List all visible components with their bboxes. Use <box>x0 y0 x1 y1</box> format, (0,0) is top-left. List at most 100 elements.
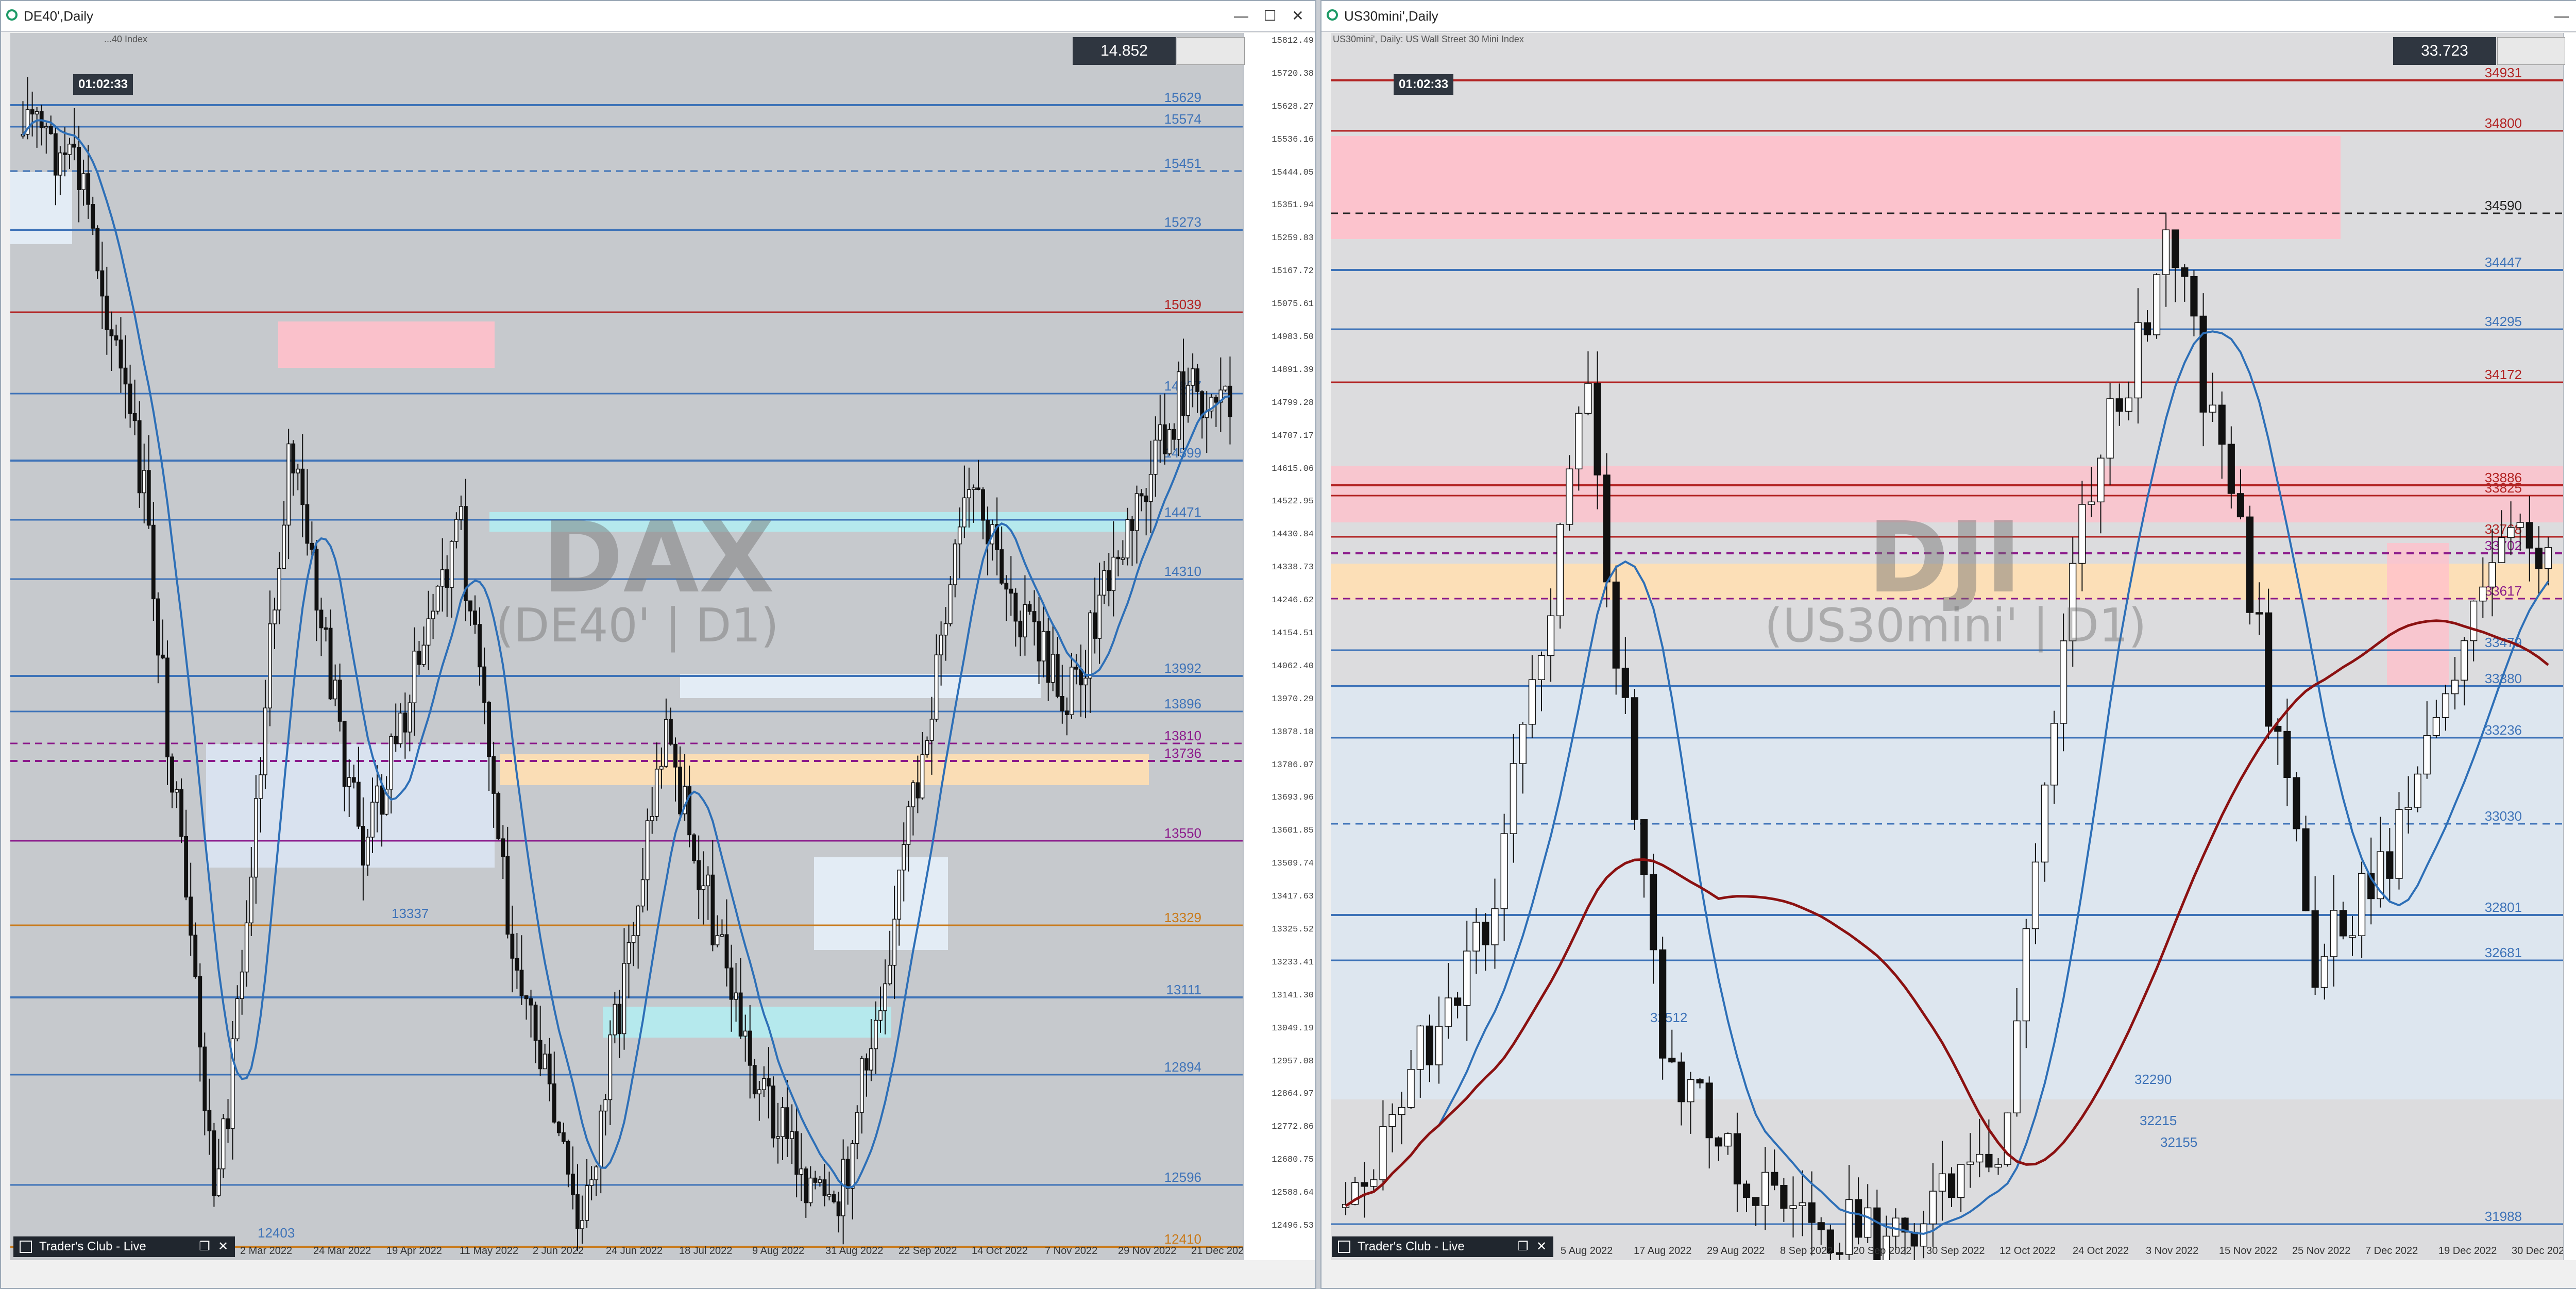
level-label-13896: 13896 <box>1164 696 1201 711</box>
candle-body <box>2265 612 2273 727</box>
candle-body <box>2041 785 2049 863</box>
candle-body <box>1186 385 1190 416</box>
candle-body <box>1910 1231 1918 1247</box>
dji-traders-club-panel[interactable]: Trader's Club - Live ❐ ✕ <box>1332 1236 1553 1257</box>
candle-body <box>1799 1202 1806 1206</box>
candle-body <box>790 1131 794 1139</box>
candle-body <box>515 958 519 971</box>
date-label: 30 Sep 2022 <box>1926 1245 1985 1257</box>
level-label-34295: 34295 <box>2485 314 2522 329</box>
candle-body <box>631 935 636 943</box>
candle-body <box>1153 439 1158 475</box>
maximize-button[interactable]: ☐ <box>1257 5 1283 27</box>
candle-body <box>282 524 286 569</box>
candle-body <box>1631 697 1638 820</box>
minimize-button[interactable]: — <box>2548 5 2575 27</box>
candle-body <box>2498 537 2505 563</box>
price-tick: 15628.27 <box>1272 101 1314 112</box>
candle-body <box>1491 908 1499 945</box>
candle-body <box>53 133 58 176</box>
candle-body <box>1426 1025 1433 1065</box>
dax-traders-club-panel[interactable]: Trader's Club - Live ❐ ✕ <box>13 1236 235 1257</box>
candle-body <box>771 1086 775 1139</box>
candle-body <box>1668 1058 1676 1063</box>
candle-body <box>2311 910 2319 988</box>
candle-body <box>2227 444 2235 494</box>
candle-body <box>58 152 62 176</box>
zone-0 <box>1331 136 2341 239</box>
dji-chart-window[interactable]: US30mini',Daily — ☐ ✕ 34931 34800 34590 344… <box>1320 0 2576 1289</box>
candle-body <box>622 963 626 1034</box>
candle-body <box>244 922 249 973</box>
candle-body <box>319 609 324 629</box>
candle-body <box>2143 322 2151 335</box>
price-tick: 13786.07 <box>1272 760 1314 770</box>
candle-body <box>235 998 240 1040</box>
minimize-button[interactable]: — <box>1228 5 1255 27</box>
candle-body <box>351 777 356 783</box>
candle-body <box>2339 910 2347 937</box>
candle-body <box>1060 696 1064 711</box>
candle-body <box>962 497 967 528</box>
dji-spread-controls[interactable] <box>2497 37 2565 65</box>
candle-body <box>734 992 738 1000</box>
dji-index-label: US30mini', Daily: US Wall Street 30 Mini… <box>1333 34 1524 44</box>
candle-body <box>286 443 291 526</box>
candle-body <box>2106 398 2114 459</box>
candle-body <box>589 1179 594 1186</box>
zone-4 <box>206 744 495 868</box>
candle-body <box>403 713 408 733</box>
candle-body <box>179 789 184 837</box>
club-close-button[interactable]: ✕ <box>1535 1240 1548 1254</box>
candle-body <box>2395 809 2403 879</box>
price-tick: 14891.39 <box>1272 365 1314 375</box>
close-button[interactable]: ✕ <box>1284 5 1311 27</box>
club-close-button[interactable]: ✕ <box>216 1240 230 1254</box>
date-label: 18 Jul 2022 <box>679 1245 732 1257</box>
dax-titlebar[interactable]: DE40',Daily — ☐ ✕ <box>1 1 1315 32</box>
price-tick: 14983.50 <box>1272 332 1314 342</box>
candle-body <box>1064 710 1069 715</box>
candle-body <box>478 624 482 668</box>
candle-body <box>95 228 100 272</box>
candle-body <box>571 1174 575 1195</box>
dax-price-axis[interactable]: 15812.49 15720.38 15628.27 15536.16 15444.05… <box>1243 33 1315 1260</box>
date-label: 3 Nov 2022 <box>2146 1245 2198 1257</box>
zone-3 <box>500 754 1149 785</box>
candle-body <box>2050 723 2058 786</box>
candle-body <box>776 1136 780 1139</box>
candle-body <box>1650 874 1657 951</box>
dax-spread-controls[interactable] <box>1177 37 1245 65</box>
level-label-31988: 31988 <box>2485 1209 2522 1224</box>
dji-price-axis[interactable]: 35050.5934965.6334880.6634795.7034710.73… <box>2563 33 2576 1260</box>
candle-body <box>617 1004 622 1034</box>
candle-body <box>2283 731 2291 778</box>
candle-body <box>2302 828 2310 911</box>
price-tick: 15812.49 <box>1272 36 1314 46</box>
level-label-12596: 12596 <box>1164 1169 1201 1185</box>
dax-chart-window[interactable]: DE40',Daily — ☐ ✕ 15629 15574 15451 15273 15… <box>0 0 1316 1289</box>
level-label-15574: 15574 <box>1164 111 1201 127</box>
club-restore-button[interactable]: ❐ <box>1516 1240 1530 1254</box>
price-tick: 13325.52 <box>1272 925 1314 935</box>
candle-body <box>300 468 305 505</box>
candle-body <box>454 519 459 542</box>
candle-body <box>556 1122 561 1133</box>
level-label-34172: 34172 <box>2485 367 2522 382</box>
candle-body <box>701 885 706 890</box>
candle-body <box>435 586 440 612</box>
date-label: 22 Sep 2022 <box>899 1245 957 1257</box>
candle-body <box>77 146 81 190</box>
candle-body <box>1967 1161 1974 1165</box>
candle-body <box>2190 276 2198 317</box>
candle-body <box>957 527 962 545</box>
date-label: 11 May 2022 <box>460 1245 518 1257</box>
candle-body <box>1093 612 1097 639</box>
dji-titlebar[interactable]: US30mini',Daily — ☐ ✕ <box>1321 1 2576 32</box>
candle-body <box>827 1194 832 1197</box>
candle-body <box>2470 600 2478 641</box>
club-restore-button[interactable]: ❐ <box>198 1240 211 1254</box>
candle-body <box>1659 949 1667 1059</box>
candle-body <box>902 844 906 871</box>
candle-body <box>2358 873 2366 937</box>
